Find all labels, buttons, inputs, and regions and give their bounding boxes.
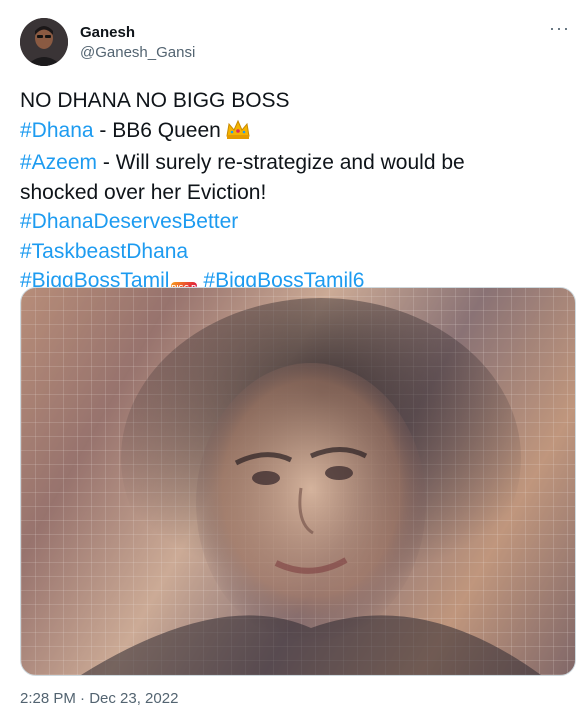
hashtag-dhanadeservesbetter[interactable]: #DhanaDeservesBetter [20,210,238,233]
tweet-line-2-text: - BB6 Queen [93,118,221,142]
tweet-timestamp[interactable]: 2:28 PM · Dec 23, 2022 [20,690,178,707]
tweet: Ganesh @Ganesh_Gansi ··· NO DHANA NO BIG… [0,0,588,720]
author-handle[interactable]: @Ganesh_Gansi [80,44,195,61]
tweet-line-4: shocked over her Eviction! [20,180,267,204]
author-name[interactable]: Ganesh [80,24,135,41]
crown-icon [225,118,251,149]
tweet-line-3: #Azeem - Will surely re-strategize and w… [20,148,570,178]
tweet-line-3-text: - Will surely re-strategize and would be [97,151,465,174]
tweet-line-2: #Dhana - BB6 Queen [20,116,570,149]
tweet-line-6: #TaskbeastDhana [20,237,570,267]
tweet-text: NO DHANA NO BIGG BOSS #Dhana - BB6 Queen… [20,86,570,304]
hashtag-dhana[interactable]: #Dhana [20,119,94,142]
tweet-image[interactable] [20,287,576,676]
tweet-line-5: #DhanaDeservesBetter [20,207,570,237]
hashtag-taskbeastdhana[interactable]: #TaskbeastDhana [20,240,188,263]
more-horizontal-icon[interactable]: ··· [549,18,570,39]
hashtag-azeem[interactable]: #Azeem [20,151,97,174]
avatar[interactable] [20,18,68,66]
tweet-line-1: NO DHANA NO BIGG BOSS [20,89,290,112]
